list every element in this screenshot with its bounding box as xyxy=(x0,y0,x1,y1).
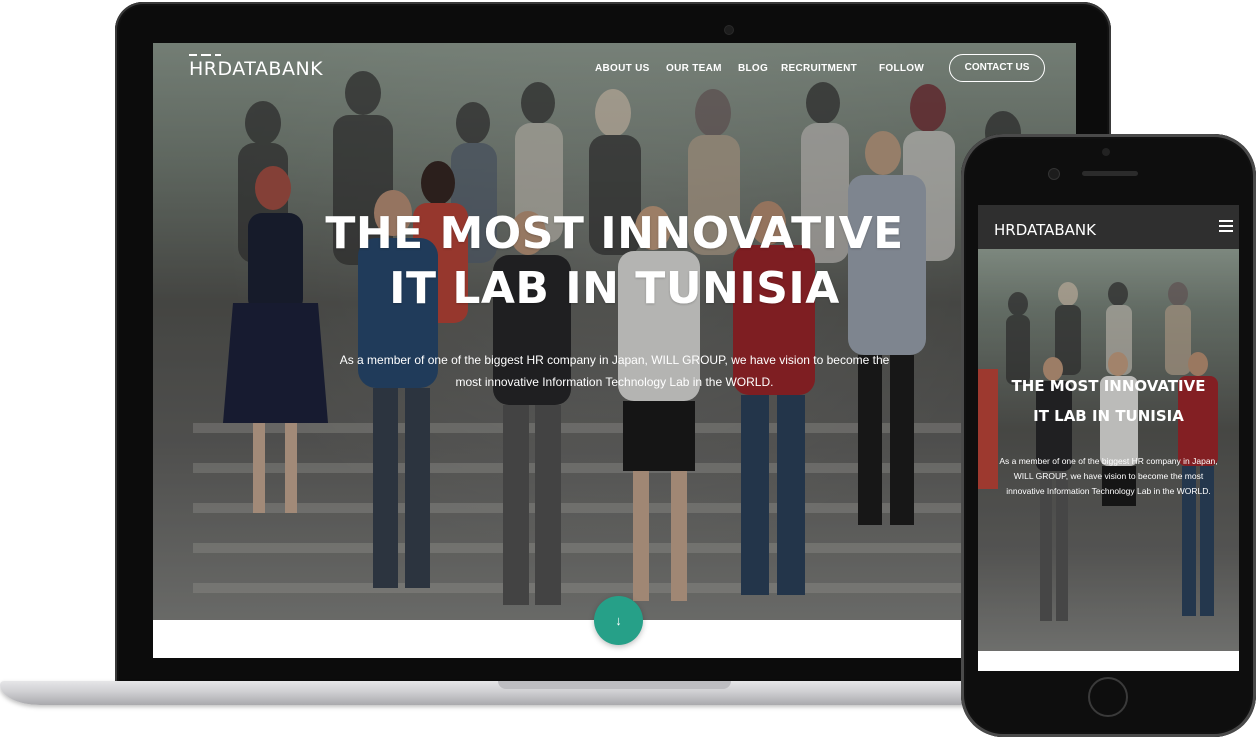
hero-title-line-2: IT LAB IN TUNISIA xyxy=(389,263,840,314)
desktop-navbar: HRDATABANK ABOUT US OUR TEAM BLOG RECRUI… xyxy=(153,43,1076,97)
phone-speaker xyxy=(1082,171,1138,176)
hamburger-menu-icon[interactable] xyxy=(1219,220,1233,232)
laptop-notch xyxy=(498,681,731,689)
hero-title-line-1: THE MOST INNOVATIVE xyxy=(325,208,904,259)
phone-camera xyxy=(1102,148,1110,156)
scroll-down-button[interactable]: ↓ xyxy=(594,596,643,645)
hero-title: THE MOST INNOVATIVE IT LAB IN TUNISIA xyxy=(153,206,1076,316)
hero-background-photo xyxy=(153,43,1076,620)
nav-item-blog[interactable]: BLOG xyxy=(738,63,768,74)
phone-home-button[interactable] xyxy=(1088,677,1128,717)
contact-us-button[interactable]: CONTACT US xyxy=(949,54,1045,82)
logo-accent xyxy=(189,54,229,56)
hero-subtitle: As a member of one of the biggest HR com… xyxy=(323,349,906,393)
hero-overlay xyxy=(153,43,1076,620)
hero-subtitle-line-2: most innovative Information Technology L… xyxy=(455,375,774,389)
logo[interactable]: HRDATABANK xyxy=(189,58,323,80)
hero-subtitle-line-1: As a member of one of the biggest HR com… xyxy=(339,353,890,367)
mobile-group-photo-illustration xyxy=(978,249,1239,651)
mobile-hero-background-photo xyxy=(978,249,1239,651)
mobile-screen: HRDATABANK THE MOST INNOVATIVE IT LAB IN… xyxy=(978,205,1239,671)
nav-item-our-team[interactable]: OUR TEAM xyxy=(666,63,722,74)
mobile-navbar: HRDATABANK xyxy=(978,205,1239,249)
laptop-camera xyxy=(725,26,733,34)
nav-item-recruitment[interactable]: RECRUITMENT xyxy=(781,63,857,74)
nav-item-about-us[interactable]: ABOUT US xyxy=(595,63,650,74)
mobile-hero-title-line-1: THE MOST INNOVATIVE xyxy=(1011,377,1206,395)
mobile-hero-title-line-2: IT LAB IN TUNISIA xyxy=(1033,407,1184,425)
arrow-down-icon: ↓ xyxy=(615,613,622,628)
laptop-bezel-bottom xyxy=(120,658,1104,680)
phone-front-camera xyxy=(1049,169,1059,179)
nav-item-follow[interactable]: FOLLOW xyxy=(879,63,924,74)
mobile-hero-subtitle: As a member of one of the biggest HR com… xyxy=(999,456,1218,496)
mobile-logo[interactable]: HRDATABANK xyxy=(994,221,1096,239)
mobile-hero-title: THE MOST INNOVATIVE IT LAB IN TUNISIA xyxy=(978,371,1239,431)
desktop-screen: HRDATABANK ABOUT US OUR TEAM BLOG RECRUI… xyxy=(153,43,1076,658)
